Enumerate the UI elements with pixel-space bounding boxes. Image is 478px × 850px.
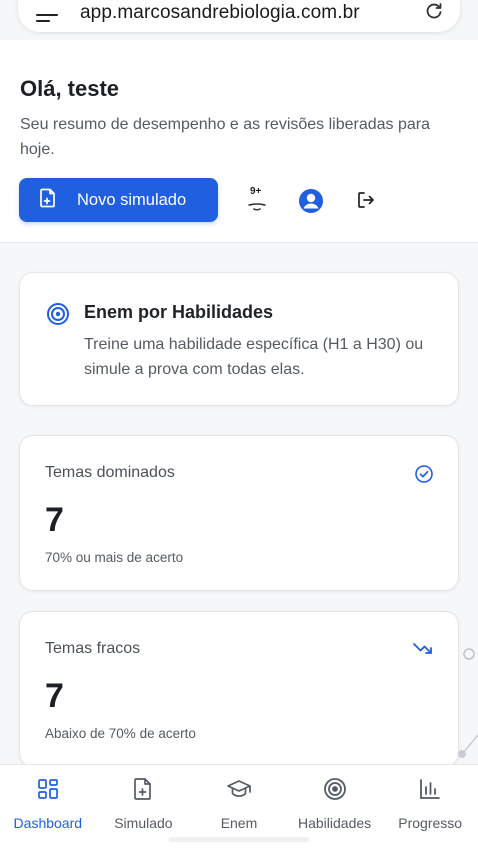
stat-value: 7 (45, 501, 64, 539)
user-icon (299, 189, 323, 213)
menu-icon[interactable] (36, 4, 58, 22)
bell-icon (248, 203, 266, 211)
notifications-button[interactable]: 9+ (243, 186, 271, 216)
nav-label: Enem (220, 815, 258, 831)
stat-note: 70% ou mais de acerto (45, 550, 184, 565)
enem-card-title: Enem por Habilidades (84, 302, 274, 322)
greeting-subtitle: Seu resumo de desempenho e as revisões l… (20, 116, 431, 158)
dashboard-header: Olá, teste Seu resumo de desempenho e as… (0, 40, 478, 243)
weak-topics-card[interactable]: Temas fracos 7 Abaixo de 70% de acerto (19, 611, 459, 767)
nav-progresso[interactable]: Progresso (382, 765, 478, 850)
nav-label: Habilidades (297, 815, 372, 831)
nav-label: Dashboard (13, 815, 83, 831)
new-simulation-label: Novo simulado (77, 190, 187, 209)
url-text[interactable]: app.marcosandrebiologia.com.br (80, 2, 424, 24)
trending-down-icon (412, 640, 434, 663)
mastered-topics-card[interactable]: Temas dominados 7 70% ou mais de acerto (19, 435, 459, 591)
home-indicator (169, 837, 309, 842)
target-icon (323, 776, 347, 802)
nav-label: Simulado (114, 815, 173, 831)
browser-url-bar[interactable]: app.marcosandrebiologia.com.br (18, 0, 460, 32)
decorative-network-graphic (455, 640, 478, 769)
enem-card-description: Treine uma habilidade específica (H1 a H… (84, 336, 424, 378)
bar-chart-icon (419, 776, 441, 802)
file-plus-icon (133, 776, 153, 802)
stat-note: Abaixo de 70% de acerto (45, 726, 196, 741)
bottom-navigation: Dashboard Simulado Enem Habilidades Prog… (0, 764, 478, 850)
logout-button[interactable] (356, 190, 376, 215)
nav-label: Progresso (398, 815, 463, 831)
notification-badge: 9+ (250, 186, 262, 197)
greeting-title: Olá, teste (20, 76, 120, 101)
stat-value: 7 (45, 677, 64, 715)
reload-icon[interactable] (424, 1, 444, 26)
new-simulation-button[interactable]: Novo simulado (19, 178, 218, 222)
nav-dashboard[interactable]: Dashboard (0, 765, 96, 850)
check-circle-icon (414, 464, 434, 489)
target-icon (46, 302, 70, 331)
logout-icon (358, 192, 374, 208)
avatar[interactable] (298, 188, 324, 219)
enem-skills-card[interactable]: Enem por Habilidades Treine uma habilida… (19, 272, 459, 406)
stat-label: Temas fracos (45, 640, 141, 657)
graduation-cap-icon (226, 776, 252, 802)
file-plus-icon (39, 188, 57, 213)
dashboard-icon (37, 776, 59, 802)
stat-label: Temas dominados (45, 464, 175, 481)
